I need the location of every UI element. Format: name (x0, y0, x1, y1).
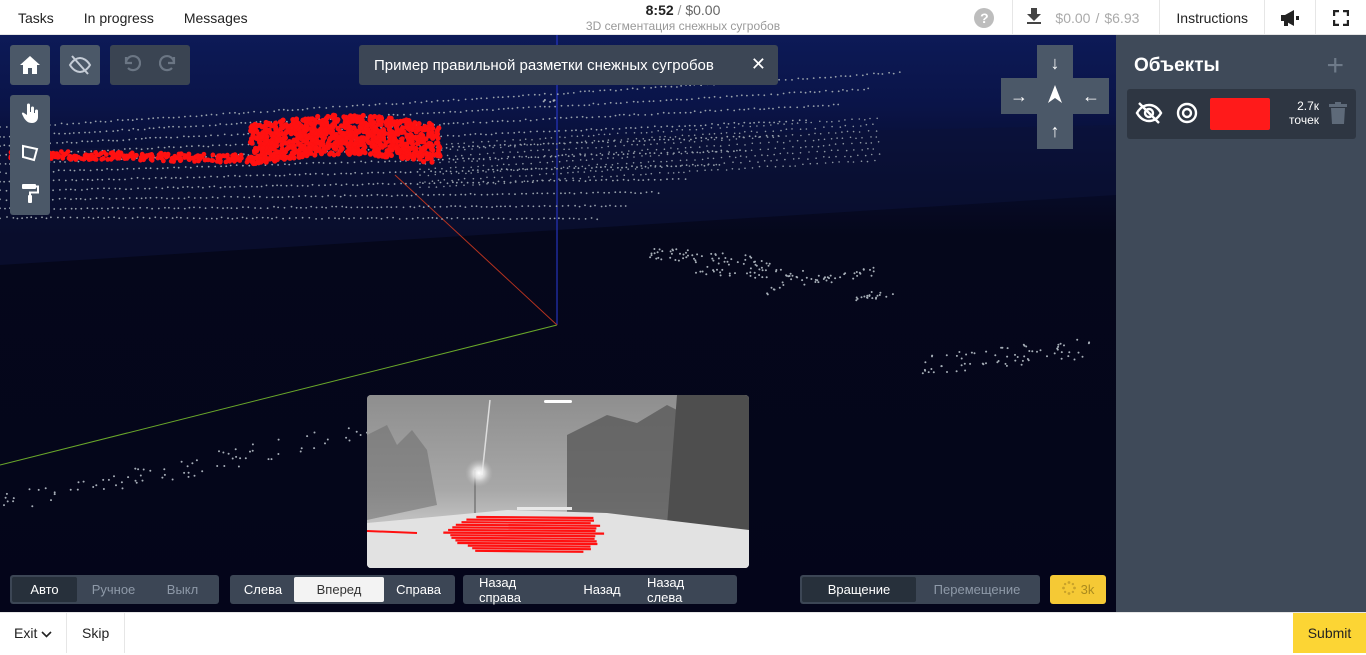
help-icon[interactable]: ? (974, 7, 995, 28)
submit-button[interactable]: Submit (1293, 613, 1366, 653)
view-back-right-option[interactable]: Назад справа (465, 575, 571, 605)
exit-button[interactable]: Exit (0, 613, 68, 653)
mode-auto-option[interactable]: Авто (12, 577, 77, 602)
object-color-swatch[interactable] (1210, 98, 1270, 130)
top-nav: Tasks In progress Messages (0, 0, 266, 35)
rotate-option[interactable]: Вращение (802, 577, 916, 602)
view-back-option[interactable]: Назад (571, 577, 633, 602)
polygon-icon (21, 144, 39, 167)
view-forward-option[interactable]: Вперед (294, 577, 384, 602)
bottom-bar: Exit Skip Submit (0, 612, 1366, 655)
move-right-button[interactable]: → (1001, 78, 1037, 114)
eye-off-icon[interactable] (1135, 101, 1163, 130)
view-back-group: Назад справа Назад Назад слева (463, 575, 737, 605)
example-banner: Пример правильной разметки снежных сугро… (359, 45, 778, 85)
interaction-mode-toggle: Вращение Перемещение (800, 575, 1040, 604)
download-icon[interactable] (1027, 8, 1042, 27)
camera-forward-button[interactable] (1037, 78, 1073, 114)
trash-icon[interactable] (1329, 102, 1347, 129)
camera-image (367, 395, 749, 568)
objects-panel: Объекты + 2.7к точек (1116, 35, 1366, 612)
camera-mode-toggle: Авто Ручное Выкл (10, 575, 219, 604)
navigation-arrow-icon (1048, 84, 1062, 108)
point-cloud-viewport[interactable]: Пример правильной разметки снежных сугро… (0, 35, 1116, 612)
tool-panel (10, 95, 50, 215)
nav-in-progress[interactable]: In progress (72, 10, 172, 26)
history-controls (110, 45, 190, 85)
task-earnings: $0.00 (685, 2, 721, 18)
balance-separator: / (1095, 9, 1100, 26)
polygon-select-tool[interactable] (10, 135, 50, 175)
paint-roller-tool[interactable] (10, 175, 50, 215)
banner-text: Пример правильной разметки снежных сугро… (374, 56, 714, 74)
mode-off-option[interactable]: Выкл (150, 577, 215, 602)
view-left-option[interactable]: Слева (232, 577, 294, 602)
hide-labels-button[interactable] (60, 45, 100, 85)
balance-total: $6.93 (1104, 9, 1140, 26)
labeled-snowdrift-points (8, 112, 443, 167)
arrow-right-icon: → (1010, 85, 1028, 106)
balance-current: $0.00 (1055, 9, 1091, 26)
exit-label: Exit (14, 625, 38, 641)
arrow-left-icon: ← (1082, 85, 1100, 106)
move-left-button[interactable]: ← (1073, 78, 1109, 114)
preview-drag-handle[interactable] (544, 400, 572, 403)
megaphone-icon[interactable] (1265, 0, 1315, 35)
nav-tasks[interactable]: Tasks (0, 10, 72, 26)
task-info: 8:52 / $0.00 3D сегментация снежных сугр… (500, 2, 866, 33)
timer: 8:52 (645, 2, 674, 18)
move-down-button[interactable]: ↓ (1037, 45, 1073, 81)
undo-icon[interactable] (121, 53, 142, 78)
target-icon[interactable] (1176, 102, 1198, 129)
view-direction-toggle: Слева Вперед Справа (230, 575, 455, 604)
hand-tool[interactable] (10, 95, 50, 135)
close-icon[interactable]: ✕ (751, 54, 766, 75)
skip-button[interactable]: Skip (67, 613, 126, 653)
objects-title: Объекты (1134, 55, 1220, 76)
pan-option[interactable]: Перемещение (916, 577, 1038, 602)
view-right-option[interactable]: Справа (384, 577, 453, 602)
arrow-down-icon: ↓ (1050, 52, 1060, 73)
view-back-left-option[interactable]: Назад слева (633, 575, 735, 605)
fullscreen-icon[interactable] (1316, 0, 1366, 35)
object-point-count: 2.7к точек (1273, 99, 1319, 127)
points-count-label: 3k (1080, 582, 1095, 597)
add-object-button[interactable]: + (1326, 51, 1344, 81)
hand-icon (21, 103, 39, 128)
chevron-down-icon (41, 625, 52, 641)
timer-separator: / (677, 2, 682, 18)
top-right-controls: ? $0.00 / $6.93 Instructions (974, 0, 1366, 35)
paint-roller-icon (21, 183, 39, 208)
redo-icon[interactable] (158, 53, 179, 78)
home-button[interactable] (10, 45, 50, 85)
points-count-badge[interactable]: 3k (1050, 575, 1106, 604)
arrow-up-icon: ↑ (1050, 120, 1060, 141)
camera-preview[interactable] (367, 395, 749, 568)
nav-messages[interactable]: Messages (172, 10, 266, 26)
instructions-button[interactable]: Instructions (1160, 0, 1264, 35)
balance: $0.00 / $6.93 (1013, 8, 1159, 27)
spinner-icon (1061, 581, 1076, 598)
object-item[interactable]: 2.7к точек (1127, 89, 1356, 139)
object-count-value: 2.7к (1297, 99, 1319, 113)
mode-manual-option[interactable]: Ручное (77, 577, 150, 602)
top-bar: Tasks In progress Messages 8:52 / $0.00 … (0, 0, 1366, 35)
object-count-unit: точек (1289, 113, 1319, 127)
task-title: 3D сегментация снежных сугробов (585, 19, 781, 33)
timer-line: 8:52 / $0.00 (500, 2, 866, 18)
move-up-button[interactable]: ↑ (1037, 113, 1073, 149)
